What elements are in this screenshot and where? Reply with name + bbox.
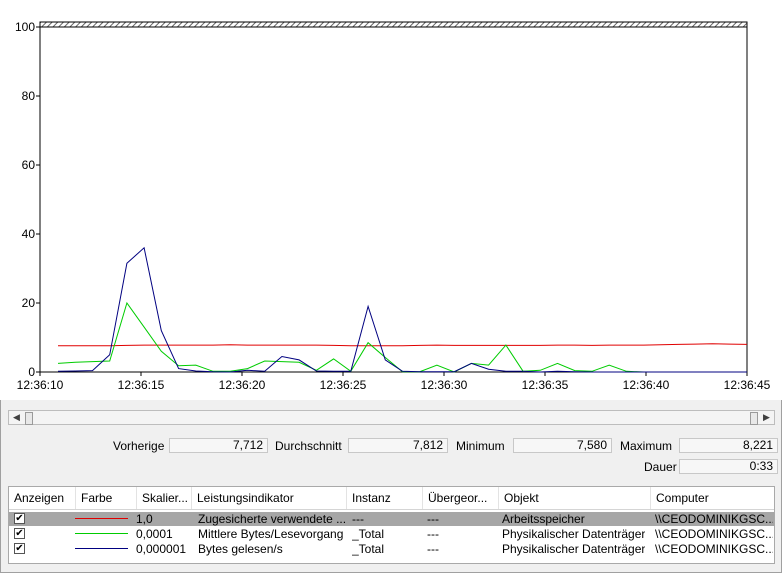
maximum-value: 8,221 xyxy=(679,438,778,453)
maximum-label: Maximum xyxy=(620,439,673,453)
color-swatch xyxy=(75,518,128,519)
y-tick-label: 80 xyxy=(22,89,36,103)
x-tick-label: 12:36:25 xyxy=(320,378,367,392)
object-cell: Physikalischer Datenträger xyxy=(502,542,646,556)
x-tick-label: 12:36:45 xyxy=(724,378,771,392)
y-tick-label: 20 xyxy=(22,296,36,310)
scale-cell: 1,0 xyxy=(136,512,153,526)
duration-label: Dauer xyxy=(644,460,677,474)
x-tick-label: 12:36:30 xyxy=(421,378,468,392)
series-line-0 xyxy=(58,343,748,347)
x-tick-label: 12:36:10 xyxy=(17,378,64,392)
parent-cell: --- xyxy=(427,527,439,541)
plot-top-hatch xyxy=(39,21,748,28)
legend-row-bytes-read[interactable]: ✔ 0,000001 Bytes gelesen/s _Total --- Ph… xyxy=(9,542,774,556)
scroll-right-icon[interactable]: ▶ xyxy=(759,411,774,424)
counter-cell: Mittlere Bytes/Lesevorgang xyxy=(198,527,344,541)
show-checkbox[interactable]: ✔ xyxy=(14,513,25,524)
plot-border xyxy=(39,26,748,373)
column-header-instance[interactable]: Instanz xyxy=(347,487,423,509)
series-lines xyxy=(57,246,748,373)
counter-cell: Zugesicherte verwendete ... xyxy=(198,512,346,526)
average-label: Durchschnitt xyxy=(275,439,342,453)
computer-cell: \\CEODOMINIKGSC... xyxy=(655,542,773,556)
instance-cell: --- xyxy=(352,512,364,526)
color-swatch xyxy=(75,548,128,549)
column-header-scale[interactable]: Skalier... xyxy=(137,487,192,509)
x-axis: 12:36:10 12:36:15 12:36:20 12:36:25 12:36:30… xyxy=(17,372,771,392)
y-tick-label: 40 xyxy=(22,227,36,241)
previous-value: 7,712 xyxy=(169,438,268,453)
y-tick-label: 0 xyxy=(28,365,35,379)
time-scrollbar[interactable]: ◀ ▶ xyxy=(8,410,775,425)
line-chart-area: 100 80 60 40 20 0 12:36:10 12:36:15 12:36:20 12:… xyxy=(0,0,782,400)
x-tick-label: 12:36:15 xyxy=(118,378,165,392)
computer-cell: \\CEODOMINIKGSC... xyxy=(655,527,773,541)
computer-cell: \\CEODOMINIKGSC... xyxy=(655,512,773,526)
y-tick-label: 100 xyxy=(15,20,35,34)
line-chart: 100806040200 12:36:10 12:36:15 12:36:20 12:… xyxy=(15,20,771,392)
show-checkbox[interactable]: ✔ xyxy=(14,528,25,539)
series-line-2 xyxy=(57,246,747,373)
column-header-counter[interactable]: Leistungsindikator xyxy=(192,487,347,509)
object-cell: Arbeitsspeicher xyxy=(502,512,585,526)
column-header-parent[interactable]: Übergeor... xyxy=(423,487,499,509)
range-end-handle[interactable] xyxy=(750,412,758,425)
x-tick-label: 12:36:20 xyxy=(219,378,266,392)
x-tick-label: 12:36:40 xyxy=(623,378,670,392)
instance-cell: _Total xyxy=(352,542,385,556)
average-value: 7,812 xyxy=(348,438,448,453)
x-tick-label: 12:36:35 xyxy=(522,378,569,392)
minimum-value: 7,580 xyxy=(513,438,612,453)
duration-value: 0:33 xyxy=(679,459,778,474)
column-header-show[interactable]: Anzeigen xyxy=(9,487,76,509)
parent-cell: --- xyxy=(427,542,439,556)
counter-legend-table: Anzeigen Farbe Skalier... Leistungsindik… xyxy=(8,486,775,564)
counter-cell: Bytes gelesen/s xyxy=(198,542,283,556)
instance-cell: _Total xyxy=(352,527,385,541)
previous-label: Vorherige xyxy=(113,439,165,453)
scale-cell: 0,0001 xyxy=(136,527,173,541)
parent-cell: --- xyxy=(427,512,439,526)
range-start-handle[interactable] xyxy=(25,412,33,425)
color-swatch xyxy=(75,533,128,534)
column-header-object[interactable]: Objekt xyxy=(499,487,651,509)
object-cell: Physikalischer Datenträger xyxy=(502,527,646,541)
show-checkbox[interactable]: ✔ xyxy=(14,543,25,554)
scroll-left-icon[interactable]: ◀ xyxy=(9,411,24,424)
column-header-computer[interactable]: Computer xyxy=(651,487,774,509)
legend-row-commit[interactable]: ✔ 1,0 Zugesicherte verwendete ... --- --… xyxy=(9,512,774,526)
series-line-1 xyxy=(57,301,747,373)
legend-header: Anzeigen Farbe Skalier... Leistungsindik… xyxy=(9,487,774,510)
scale-cell: 0,000001 xyxy=(136,542,187,556)
column-header-color[interactable]: Farbe xyxy=(76,487,137,509)
y-tick-label: 60 xyxy=(22,158,36,172)
minimum-label: Minimum xyxy=(456,439,505,453)
legend-row-avg-read[interactable]: ✔ 0,0001 Mittlere Bytes/Lesevorgang _Tot… xyxy=(9,527,774,541)
y-axis: 100 80 60 40 20 0 xyxy=(15,20,40,379)
